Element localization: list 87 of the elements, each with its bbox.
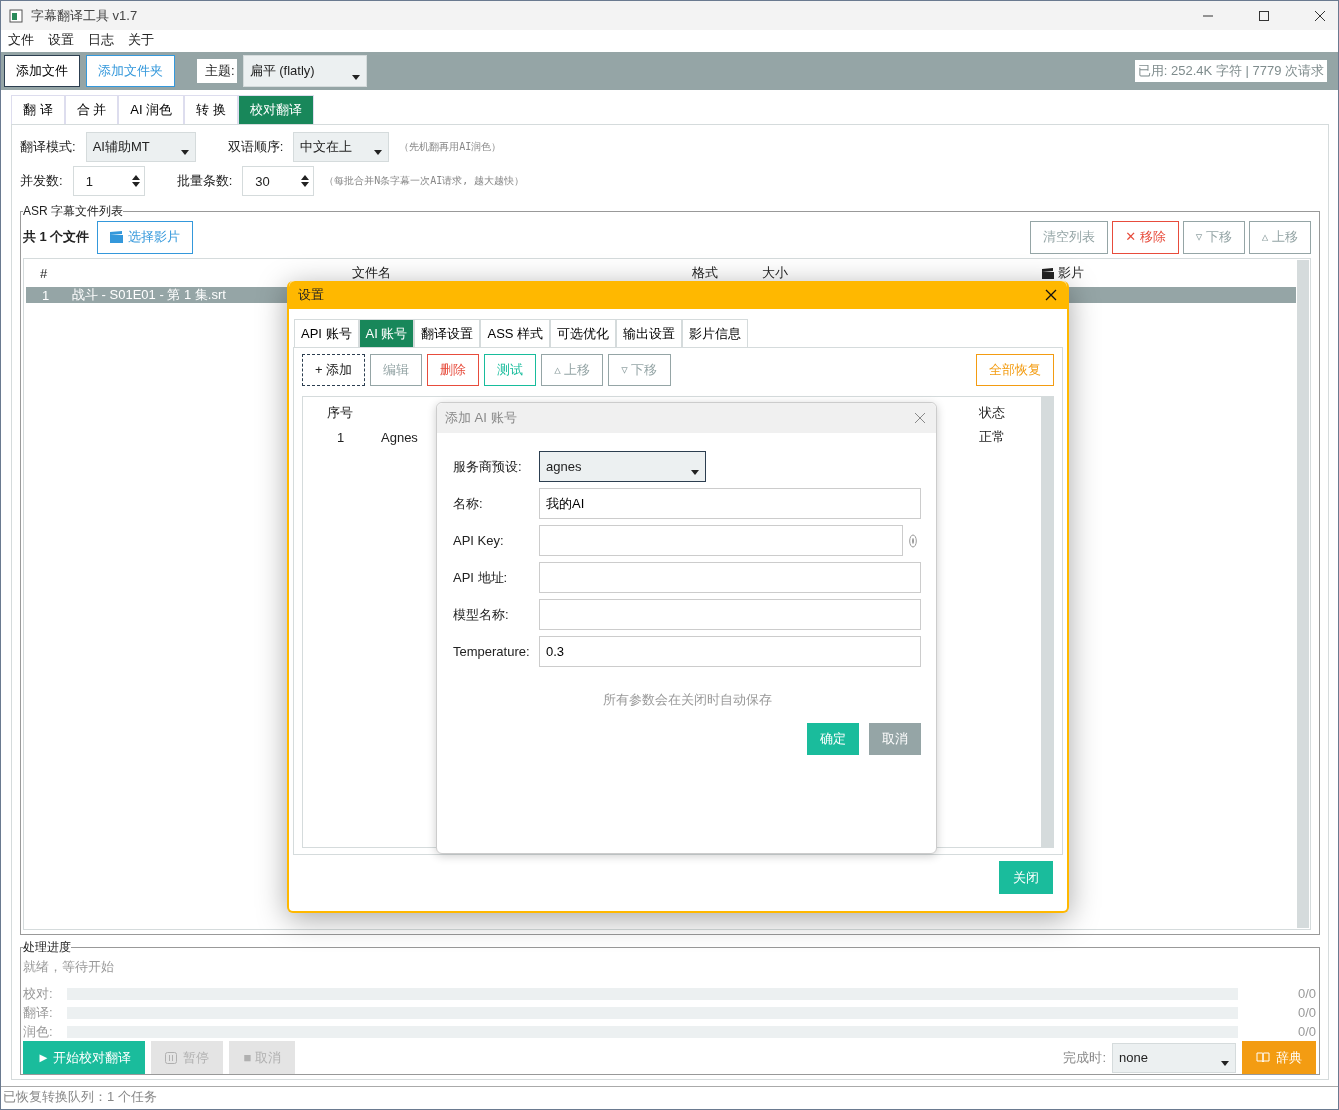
table-cell: Agnes: [381, 429, 418, 445]
table-cell-text: 正常: [979, 428, 1006, 446]
field-label: API 地址:: [453, 568, 509, 587]
eye-icon[interactable]: [909, 533, 917, 548]
toolbar-button[interactable]: 删除: [427, 354, 480, 386]
tab[interactable]: 可选优化: [550, 319, 617, 347]
field-label: 服务商预设:: [453, 457, 523, 476]
input-field[interactable]: [539, 562, 921, 593]
tab[interactable]: 翻 译: [11, 95, 65, 124]
hint-text: （每批合并N条字幕一次AI请求, 越大越快）: [324, 174, 525, 188]
tab[interactable]: 合 并: [64, 95, 119, 124]
provider-dropdown[interactable]: agnes: [539, 451, 706, 482]
tab[interactable]: 翻译设置: [414, 319, 481, 347]
column-header: #: [39, 265, 49, 281]
tab[interactable]: API 账号: [294, 319, 359, 347]
status-text: 就绪，等待开始: [23, 958, 115, 976]
progress-label: 翻译:: [23, 1003, 54, 1022]
group-title: 处理进度: [23, 939, 71, 956]
field-label: 名称:: [453, 494, 484, 513]
field-label: 并发数:: [20, 172, 63, 190]
progress-reading: 0/0: [1296, 986, 1316, 1001]
field-label: 完成时:: [1063, 1048, 1106, 1067]
field-label: API Key:: [453, 533, 505, 548]
usage-counter: 已用: 252.4K 字符 | 7779 次请求: [1134, 60, 1327, 82]
column-header: 影片: [1058, 264, 1084, 282]
column-header: 状态: [979, 404, 1006, 422]
progress-reading: 0/0: [1296, 1005, 1316, 1020]
table-cell-text: 1: [336, 429, 346, 445]
dialog-title: 设置: [298, 286, 324, 304]
tab[interactable]: AI 润色: [118, 95, 185, 124]
dialog-title: 添加 AI 账号: [445, 409, 517, 427]
app-icon: [9, 8, 23, 23]
tab[interactable]: ASS 样式: [480, 319, 551, 347]
field-label: Temperature:: [453, 644, 531, 659]
menu-item[interactable]: 设置: [48, 31, 74, 49]
hint-text: （先机翻再用AI润色）: [399, 140, 502, 154]
tab[interactable]: 影片信息: [682, 319, 749, 347]
book-icon: [1256, 1052, 1270, 1063]
clapperboard-icon: [1042, 267, 1054, 279]
mode-dropdown[interactable]: AI辅助MT: [85, 132, 196, 162]
pause-icon: [165, 1051, 178, 1064]
file-count: 共 1 个文件: [23, 228, 90, 246]
group-title: ASR 字幕文件列表: [23, 203, 123, 220]
column-header: 文件名: [352, 264, 392, 282]
list-button[interactable]: ✕ 移除: [1112, 220, 1179, 254]
clapperboard-icon: [110, 231, 124, 243]
input-field[interactable]: [539, 599, 921, 630]
completion-dropdown[interactable]: none: [1112, 1042, 1236, 1073]
column-header: 大小: [762, 264, 789, 282]
theme-label: 主题:: [197, 59, 237, 83]
window-title: 字幕翻译工具 v1.7: [31, 6, 138, 25]
table-cell-text: 1: [41, 287, 51, 303]
toolbar-button[interactable]: + 添加: [302, 354, 366, 386]
status-bar: 已恢复转换队列：1 个任务: [1, 1086, 1338, 1107]
field-label: 双语顺序:: [227, 138, 284, 156]
menu-item[interactable]: 关于: [128, 31, 154, 49]
tab[interactable]: 转 换: [184, 95, 238, 124]
scrollbar[interactable]: [1297, 260, 1309, 928]
field-label: 模型名称:: [453, 605, 510, 624]
progress-reading: 0/0: [1296, 1024, 1316, 1039]
input-field[interactable]: [539, 525, 903, 556]
spin-arrows-icon[interactable]: [131, 174, 140, 188]
close-icon[interactable]: [1045, 289, 1057, 301]
progress-label: 润色:: [23, 1022, 54, 1041]
column-header: 格式: [692, 264, 719, 282]
menu-item[interactable]: 日志: [88, 31, 114, 49]
field-label: 翻译模式:: [20, 138, 76, 156]
concurrency-spinbox[interactable]: 1: [72, 166, 145, 196]
spin-arrows-icon[interactable]: [301, 174, 310, 188]
toolbar-button[interactable]: 添加文件: [4, 55, 80, 87]
column-header: 序号: [326, 404, 354, 422]
tab[interactable]: AI 账号: [358, 319, 415, 347]
hint-text: 所有参数会在关闭时自动保存: [601, 691, 773, 709]
close-icon[interactable]: [1314, 9, 1326, 22]
theme-dropdown[interactable]: 扁平 (flatly): [242, 55, 367, 87]
order-dropdown[interactable]: 中文在上: [293, 132, 390, 162]
maximize-icon[interactable]: [1258, 9, 1270, 22]
table-cell: 战斗 - S01E01 - 第 1 集.srt: [72, 286, 226, 304]
input-field[interactable]: 0.3: [539, 636, 921, 667]
progress-label: 校对:: [23, 984, 54, 1003]
input-field[interactable]: 我的AI: [539, 488, 921, 519]
scrollbar[interactable]: [1041, 397, 1053, 847]
menu-item[interactable]: 文件: [8, 31, 34, 49]
batch-spinbox[interactable]: 30: [242, 166, 315, 196]
tab[interactable]: 校对翻译: [237, 95, 314, 124]
field-label: 批量条数:: [176, 172, 233, 190]
tab[interactable]: 输出设置: [616, 319, 683, 347]
